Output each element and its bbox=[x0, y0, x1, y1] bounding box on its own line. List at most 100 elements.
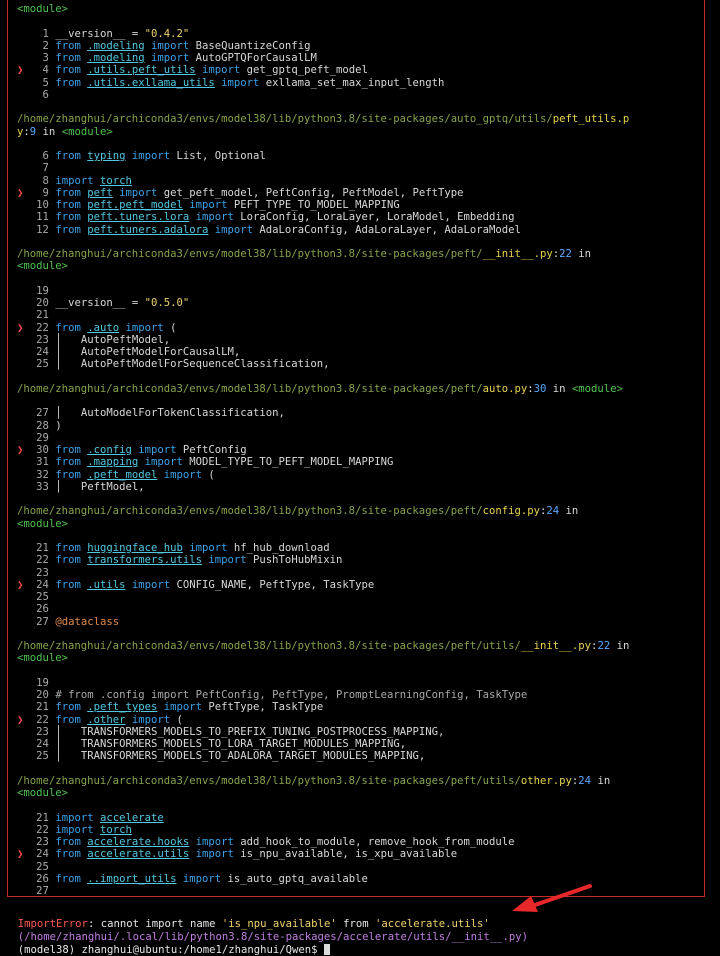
code-token: import bbox=[144, 39, 196, 52]
code-token: accelerate bbox=[99, 811, 164, 824]
code-token: from bbox=[55, 64, 88, 77]
code-token: AutoGPTQForCausalLM bbox=[195, 52, 317, 64]
code-token: /home/zhanghui/archiconda3/envs/model38/… bbox=[17, 774, 521, 787]
line-number: 22 bbox=[36, 713, 49, 726]
code-token: PeftType, TaskType bbox=[208, 701, 324, 714]
code-line: 21 bbox=[17, 309, 55, 321]
line-number: 26 bbox=[36, 872, 49, 885]
code-token: ( bbox=[208, 468, 215, 481]
code-token: PushToHubMixin bbox=[253, 554, 343, 567]
code-line: 27 bbox=[17, 885, 55, 897]
code-token: import bbox=[138, 456, 190, 469]
code-token: import bbox=[125, 150, 177, 162]
prompt-line[interactable]: (model38) zhanghui@ubuntu:/home1/zhanghu… bbox=[5, 932, 330, 956]
code-token: in bbox=[591, 774, 611, 787]
terminal-window[interactable]: { "frames": [ { "header": [{"t": "<modul… bbox=[0, 0, 720, 956]
code-line: 29 bbox=[17, 432, 55, 444]
code-token: is_auto_gptq_available bbox=[227, 872, 368, 885]
code-token: ..import_utils bbox=[87, 872, 177, 885]
code-token: import bbox=[112, 186, 164, 199]
code-token: import bbox=[55, 811, 100, 824]
line-number: 28 bbox=[36, 419, 49, 432]
code-token: from bbox=[55, 321, 88, 334]
line-number: 33 bbox=[36, 480, 49, 493]
code-line-highlighted: ❯ 22 from .other import ( bbox=[17, 714, 183, 726]
line-number: 10 bbox=[36, 199, 49, 211]
line-number: 27 bbox=[36, 407, 49, 420]
line-number: 24 bbox=[36, 346, 49, 358]
code-token: is_npu_available, is_xpu_available bbox=[240, 848, 458, 861]
code-token: import bbox=[125, 578, 177, 591]
code-token: │ AutoModelForTokenClassification, bbox=[55, 407, 285, 420]
line-number: 19 bbox=[36, 676, 49, 689]
code-token: accelerate.utils bbox=[87, 848, 190, 861]
line-number: 22 bbox=[36, 823, 49, 836]
code-token: .modeling bbox=[87, 39, 145, 52]
code-token: │ AutoPeftModelForCausalLM, bbox=[55, 346, 241, 358]
code-token: │ TRANSFORMERS_MODELS_TO_PREFIX_TUNING_P… bbox=[55, 725, 445, 738]
text-cursor bbox=[323, 944, 330, 956]
code-line-highlighted: ❯ 4 from .utils.peft_utils import get_gp… bbox=[17, 64, 368, 76]
code-token: from bbox=[55, 199, 88, 211]
line-number: 25 bbox=[36, 860, 49, 873]
error-line: ImportError: cannot import name 'is_npu_… bbox=[5, 906, 490, 930]
code-token: torch bbox=[99, 174, 132, 187]
code-line: 21 from huggingface_hub import hf_hub_do… bbox=[17, 542, 330, 554]
code-line: 33 │ PeftModel, bbox=[17, 480, 144, 493]
code-token: "0.5.0" bbox=[144, 297, 190, 309]
code-line-highlighted: ❯ 30 from .config import PeftConfig bbox=[17, 444, 247, 456]
code-line: 27 @dataclass bbox=[17, 616, 119, 628]
code-token: ( bbox=[170, 321, 177, 334]
code-token: │ TRANSFORMERS_MODELS_TO_LORA_TARGET_MOD… bbox=[55, 738, 407, 750]
frame-location-continued: <module> bbox=[17, 652, 68, 664]
code-token: other.py bbox=[520, 774, 572, 787]
line-number: 24 bbox=[36, 848, 49, 861]
frame-location: /home/zhanghui/archiconda3/envs/model38/… bbox=[17, 775, 610, 787]
code-token: from bbox=[55, 456, 88, 469]
line-number: 20 bbox=[36, 297, 49, 309]
line-number: 27 bbox=[36, 615, 49, 628]
shell-prompt: (model38) zhanghui@ubuntu:/home1/zhanghu… bbox=[17, 944, 324, 956]
code-line: 23 bbox=[17, 567, 55, 579]
code-token: exllama_set_max_input_length bbox=[265, 76, 445, 89]
code-token: import bbox=[182, 542, 234, 554]
code-line: 21 from .peft_types import PeftType, Tas… bbox=[17, 701, 323, 713]
code-token: config.py bbox=[482, 505, 540, 518]
code-token: <module> bbox=[17, 260, 69, 273]
code-line: 27 │ AutoModelForTokenClassification, bbox=[17, 407, 285, 419]
line-number: 21 bbox=[36, 811, 49, 824]
code-token: <module> bbox=[17, 517, 69, 530]
code-line: 25 bbox=[17, 861, 55, 873]
code-token: .auto bbox=[87, 321, 120, 334]
line-number: 20 bbox=[36, 689, 49, 701]
frame-location-continued: y:9 in <module> bbox=[17, 126, 113, 138]
code-token: from bbox=[55, 836, 88, 848]
code-token: "0.4.2" bbox=[144, 27, 190, 40]
line-number: 22 bbox=[36, 321, 49, 334]
code-token: List, Optional bbox=[176, 150, 266, 162]
line-number: 30 bbox=[36, 444, 49, 456]
code-line: 11 from peft.tuners.lora import LoraConf… bbox=[17, 211, 515, 224]
line-number: 25 bbox=[36, 750, 49, 763]
code-token: from bbox=[55, 713, 88, 726]
code-line: 6 bbox=[17, 89, 55, 101]
code-token: in bbox=[36, 125, 62, 138]
line-number: 25 bbox=[36, 358, 49, 371]
code-token: LoraConfig, LoraLayer, LoraModel, Embedd… bbox=[240, 211, 515, 224]
code-token: hf_hub_download bbox=[233, 542, 330, 554]
line-number: 26 bbox=[36, 603, 49, 616]
code-token: from bbox=[55, 578, 88, 591]
code-token: /home/zhanghui/archiconda3/envs/model38/… bbox=[17, 640, 521, 652]
code-token: import bbox=[125, 713, 177, 726]
code-line: 5 from .utils.exllama_utils import exlla… bbox=[17, 76, 445, 89]
code-token: add_hook_to_module, remove_hook_from_mod… bbox=[240, 836, 515, 848]
line-number: 21 bbox=[36, 701, 49, 714]
code-line: 2 from .modeling import BaseQuantizeConf… bbox=[17, 39, 311, 52]
code-token: 24 bbox=[578, 774, 592, 787]
code-token: auto.py bbox=[482, 382, 528, 395]
code-token: import bbox=[189, 211, 241, 224]
code-line: 25 │ TRANSFORMERS_MODELS_TO_ADALORA_TARG… bbox=[17, 750, 425, 762]
frame-location: /home/zhanghui/archiconda3/envs/model38/… bbox=[17, 248, 591, 260]
frame-location: /home/zhanghui/archiconda3/envs/model38/… bbox=[17, 383, 623, 395]
code-token: /home/zhanghui/archiconda3/envs/model38/… bbox=[17, 113, 553, 126]
